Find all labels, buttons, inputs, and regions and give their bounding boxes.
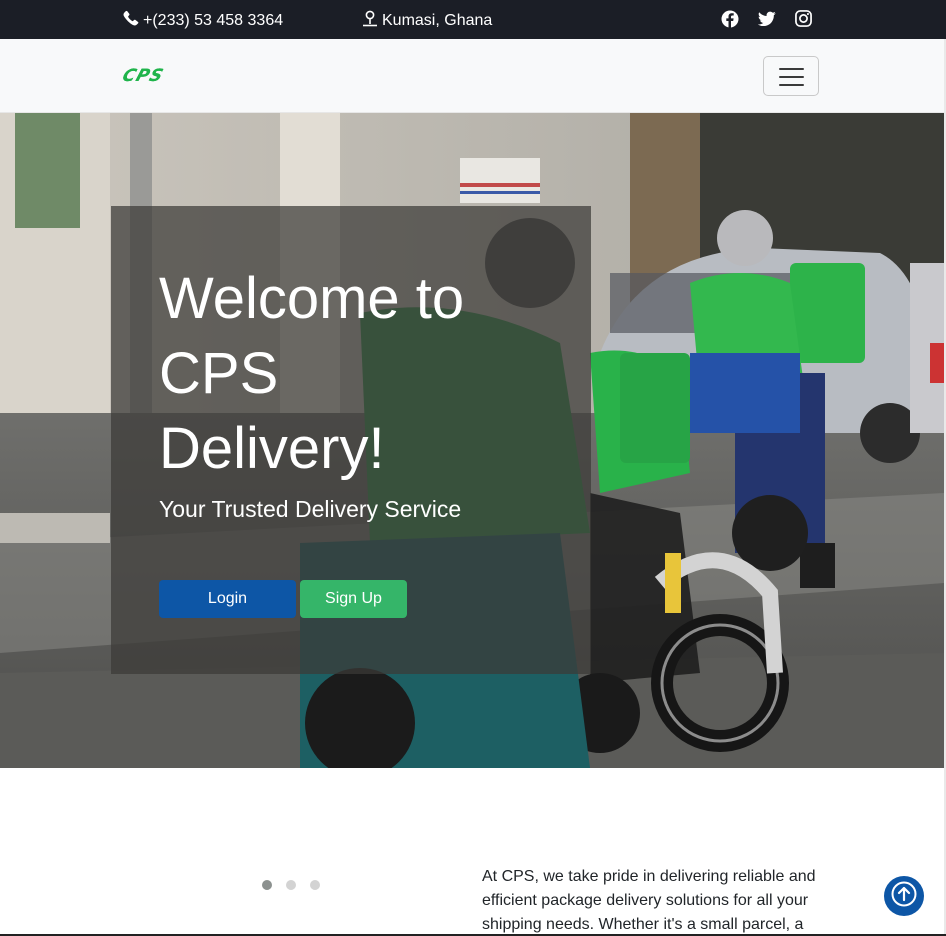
hero-subtitle: Your Trusted Delivery Service: [159, 496, 462, 522]
location-contact: Kumasi, Ghana: [362, 10, 492, 32]
main-navbar: CPS: [0, 39, 946, 113]
instagram-icon[interactable]: [794, 9, 813, 28]
phone-icon: [122, 10, 139, 32]
cps-logo[interactable]: CPS: [120, 66, 167, 86]
carousel-dot-3[interactable]: [310, 880, 320, 890]
facebook-icon[interactable]: [720, 9, 739, 28]
hero-title: Welcome to CPS Delivery!: [159, 266, 465, 481]
phone-contact[interactable]: +(233) 53 458 3364: [122, 10, 283, 32]
carousel-indicators: [262, 880, 320, 890]
back-to-top-button[interactable]: [884, 876, 924, 916]
login-button[interactable]: Login: [159, 580, 296, 618]
social-links: [720, 9, 813, 28]
location-text: Kumasi, Ghana: [382, 12, 493, 29]
carousel-dot-1[interactable]: [262, 880, 272, 890]
about-paragraph: At CPS, we take pride in delivering reli…: [482, 868, 816, 933]
carousel-dot-2[interactable]: [286, 880, 296, 890]
top-info-bar: +(233) 53 458 3364 Kumasi, Ghana: [0, 0, 946, 39]
hero-banner: Welcome to CPS Delivery! Your Trusted De…: [0, 113, 944, 768]
signup-button[interactable]: Sign Up: [300, 580, 407, 618]
phone-number: +(233) 53 458 3364: [143, 12, 284, 29]
menu-toggle-button[interactable]: [763, 56, 819, 96]
arrow-up-circle-icon: [890, 880, 918, 913]
twitter-icon[interactable]: [757, 9, 776, 28]
location-icon: [362, 10, 378, 32]
